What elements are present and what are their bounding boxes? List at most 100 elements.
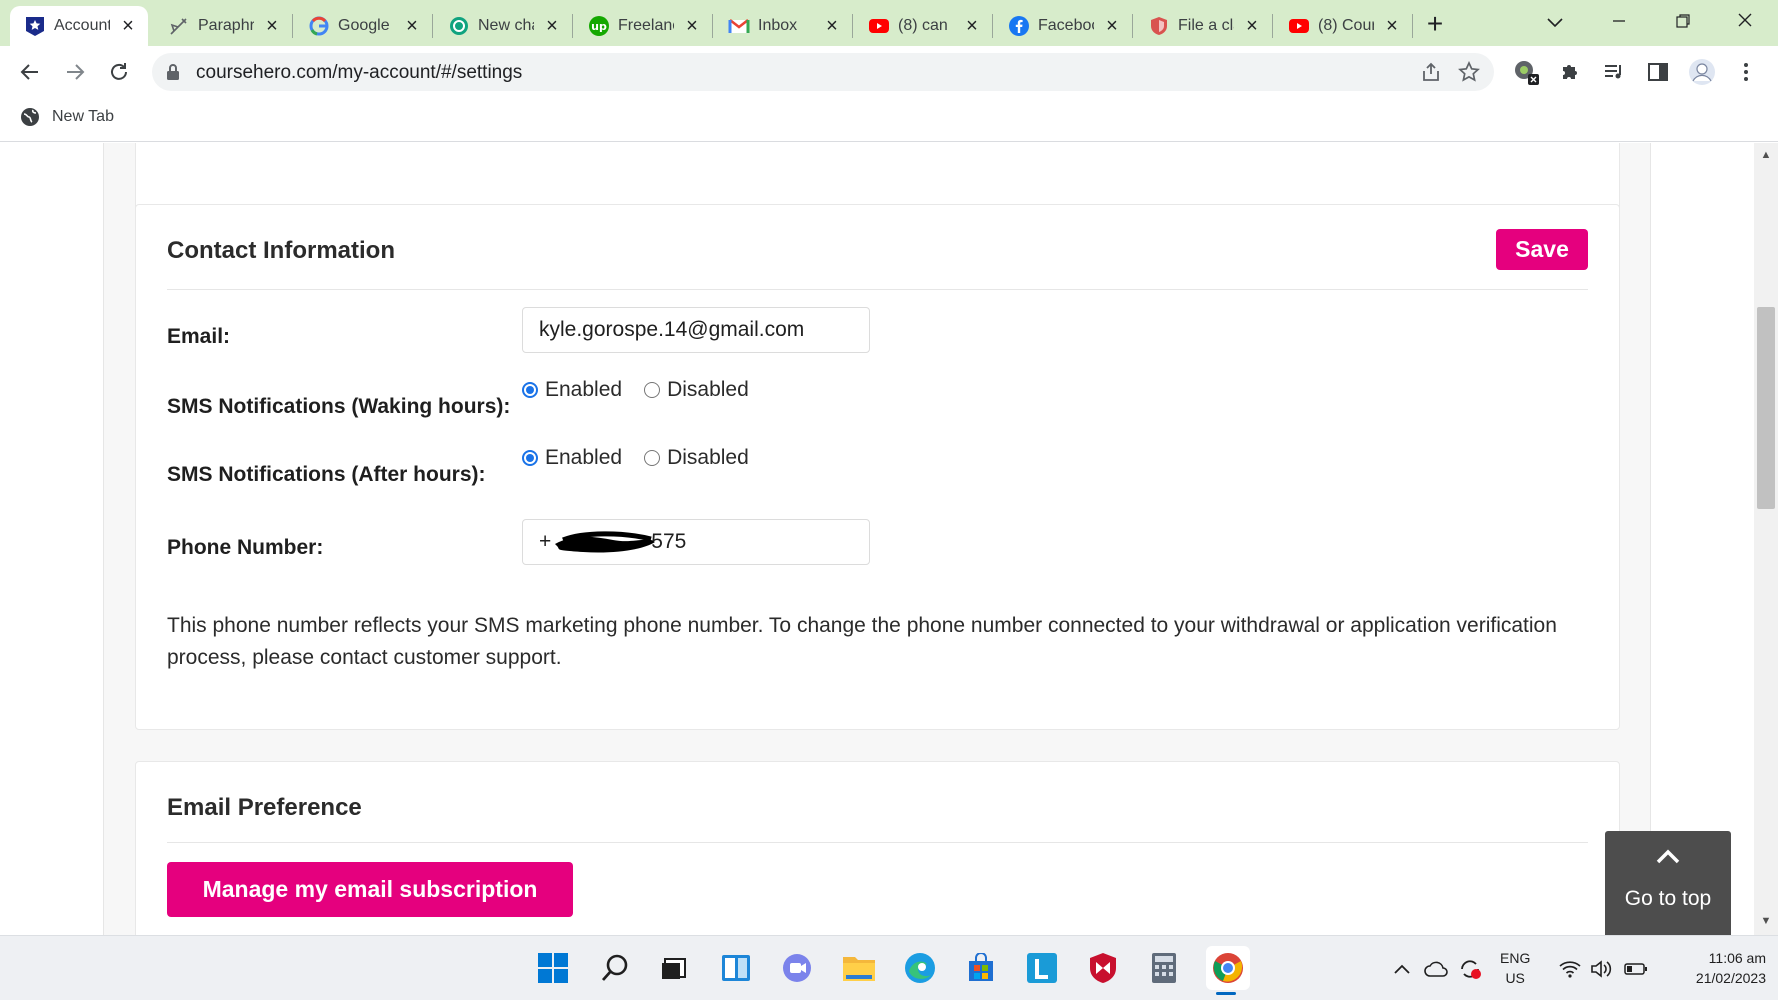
tab-search-icon[interactable] (1540, 8, 1570, 36)
tab-file-claim[interactable]: File a claim × (1134, 6, 1272, 46)
side-panel-icon[interactable] (1644, 58, 1672, 86)
close-icon[interactable]: × (262, 16, 282, 36)
l-app-icon[interactable] (1023, 949, 1061, 987)
radio-label: Enabled (545, 446, 623, 469)
close-icon[interactable]: × (1102, 16, 1122, 36)
address-bar[interactable]: coursehero.com/my-account/#/settings (152, 53, 1494, 91)
lock-icon[interactable] (166, 63, 180, 86)
email-field[interactable]: kyle.gorospe.14@gmail.com (522, 307, 870, 353)
tab-google[interactable]: Google × (294, 6, 432, 46)
close-icon[interactable]: × (822, 16, 842, 36)
tab-freelancer[interactable]: up Freelancer × (574, 6, 712, 46)
sms-waking-enabled-radio[interactable] (522, 382, 538, 398)
go-to-top-label: Go to top (1624, 887, 1712, 910)
sms-after-label: SMS Notifications (After hours): (167, 463, 486, 486)
close-icon[interactable]: × (682, 16, 702, 36)
volume-icon[interactable] (1590, 958, 1614, 980)
close-icon[interactable]: × (1382, 16, 1402, 36)
close-icon[interactable]: × (542, 16, 562, 36)
tab-separator (432, 14, 433, 38)
forward-icon[interactable] (61, 58, 89, 86)
task-view-icon[interactable] (655, 949, 693, 987)
reading-list-icon[interactable] (1600, 58, 1628, 86)
tab-paraphrasing[interactable]: Paraphrasing Tool × (154, 6, 292, 46)
tab-title: (8) Course (1318, 17, 1374, 34)
mcafee-shield-icon[interactable] (1084, 949, 1122, 987)
close-icon[interactable]: × (402, 16, 422, 36)
battery-icon[interactable] (1624, 958, 1648, 980)
sms-after-disabled-radio[interactable] (644, 450, 661, 466)
go-to-top-button[interactable]: Go to top (1605, 831, 1731, 935)
tab-title: New chat (478, 17, 534, 34)
tab-title: Paraphrasing Tool (198, 17, 254, 34)
contact-information-card: Contact Information Save Email: kyle.gor… (135, 204, 1620, 730)
scroll-up-icon[interactable]: ▲ (1760, 149, 1772, 161)
input-language-indicator[interactable]: ENG US (1500, 948, 1530, 988)
tab-new-chat[interactable]: New chat × (434, 6, 572, 46)
bookmark-star-icon[interactable] (1458, 60, 1480, 88)
edge-browser-icon[interactable] (901, 949, 939, 987)
tab-facebook[interactable]: Facebook × (994, 6, 1132, 46)
calculator-icon[interactable] (1145, 949, 1183, 987)
sms-after-radio-group: Enabled Disabled (522, 446, 771, 470)
url-text[interactable]: coursehero.com/my-account/#/settings (196, 62, 522, 84)
bookmark-new-tab[interactable]: New Tab (20, 107, 114, 127)
tab-youtube-2[interactable]: (8) Course × (1274, 6, 1412, 46)
menu-kebab-icon[interactable] (1732, 58, 1760, 86)
chrome-icon[interactable] (1206, 946, 1250, 990)
email-label: Email: (167, 325, 231, 348)
system-clock[interactable]: 11:06 am 21/02/2023 (1666, 948, 1766, 988)
tab-strip: Account Settings × Paraphrasing Tool × G… (0, 0, 1778, 46)
profile-avatar-icon[interactable] (1688, 58, 1716, 86)
microsoft-store-icon[interactable] (962, 949, 1000, 987)
tab-separator (1272, 14, 1273, 38)
scroll-down-icon[interactable]: ▼ (1760, 915, 1772, 927)
page-scrollbar[interactable]: ▲ ▼ (1754, 143, 1778, 935)
windows-start-icon[interactable] (534, 949, 572, 987)
manage-email-subscription-button[interactable]: Manage my email subscription (167, 862, 573, 917)
tab-youtube-1[interactable]: (8) can × (854, 6, 992, 46)
back-icon[interactable] (16, 58, 44, 86)
youtube-icon (1288, 15, 1310, 37)
extensions-puzzle-icon[interactable] (1556, 58, 1584, 86)
file-explorer-icon[interactable] (840, 949, 878, 987)
tab-separator (712, 14, 713, 38)
close-icon[interactable]: × (118, 16, 138, 36)
extension-badge-icon[interactable] (1512, 58, 1540, 86)
sync-alert-icon[interactable] (1458, 958, 1482, 980)
close-icon[interactable]: × (1242, 16, 1262, 36)
widgets-icon[interactable] (717, 949, 755, 987)
shield-icon (1148, 15, 1170, 37)
close-window-icon[interactable] (1730, 8, 1760, 36)
upwork-icon: up (588, 15, 610, 37)
share-icon[interactable] (1420, 61, 1442, 88)
tab-account-settings[interactable]: Account Settings × (10, 6, 148, 46)
chevron-up-icon (1656, 849, 1680, 864)
quill-icon (168, 15, 190, 37)
globe-icon (20, 107, 40, 127)
sms-after-enabled-radio[interactable] (522, 450, 538, 466)
search-icon[interactable] (596, 949, 634, 987)
scroll-thumb[interactable] (1757, 307, 1775, 509)
tab-title: Account Settings (54, 17, 110, 34)
section-divider (167, 289, 1588, 290)
restore-icon[interactable] (1668, 8, 1698, 36)
teams-chat-icon[interactable] (778, 949, 816, 987)
chatgpt-icon (448, 15, 470, 37)
phone-prefix: + (539, 530, 552, 553)
sms-waking-disabled-radio[interactable] (644, 382, 661, 398)
save-button[interactable]: Save (1496, 229, 1588, 270)
onedrive-cloud-icon[interactable] (1424, 958, 1448, 980)
tab-inbox[interactable]: Inbox × (714, 6, 852, 46)
close-icon[interactable]: × (962, 16, 982, 36)
redaction-scribble (555, 531, 655, 553)
phone-field[interactable]: +575 (522, 519, 870, 565)
contact-information-title: Contact Information (167, 237, 395, 264)
new-tab-button[interactable]: + (1420, 10, 1450, 40)
reload-icon[interactable] (105, 58, 133, 86)
wifi-icon[interactable] (1558, 958, 1582, 980)
bookmark-label: New Tab (52, 108, 114, 125)
facebook-icon (1008, 15, 1030, 37)
chevron-up-icon[interactable] (1390, 958, 1414, 980)
minimize-icon[interactable] (1604, 8, 1634, 36)
